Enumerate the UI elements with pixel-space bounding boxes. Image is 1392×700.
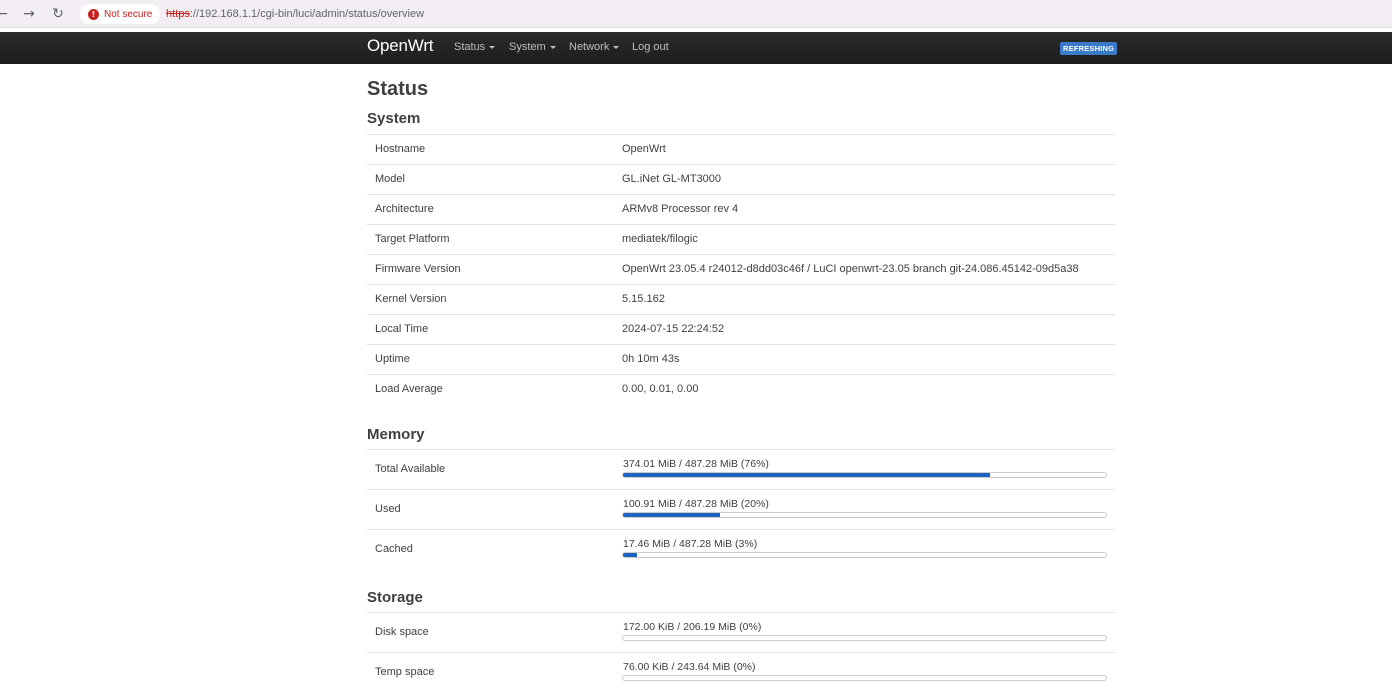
refreshing-badge[interactable]: REFRESHING xyxy=(1060,42,1118,55)
reload-icon[interactable]: ↻ xyxy=(48,4,68,24)
table-row: Total Available 374.01 MiB / 487.28 MiB … xyxy=(367,449,1115,489)
section-title-memory: Memory xyxy=(367,426,425,443)
page-title: Status xyxy=(367,78,429,100)
row-key: Local Time xyxy=(375,323,429,335)
table-row: Firmware Version OpenWrt 23.05.4 r24012-d… xyxy=(367,254,1115,284)
system-table: Hostname OpenWrt Model GL.iNet GL-MT3000 A… xyxy=(367,134,1115,404)
caret-down-icon xyxy=(613,45,620,49)
warning-icon: ! xyxy=(88,8,99,20)
progress-text: 100.91 MiB / 487.28 MiB (20%) xyxy=(623,498,769,510)
menu-logout[interactable]: Log out xyxy=(632,41,669,53)
row-value: 2024-07-15 22:24:52 xyxy=(622,323,725,335)
progress-text: 17.46 MiB / 487.28 MiB (3%) xyxy=(623,538,758,550)
table-row: Kernel Version 5.15.162 xyxy=(367,284,1115,314)
caret-down-icon xyxy=(549,45,556,49)
address-bar[interactable]: ! Not secure https://192.168.1.1/cgi-bin… xyxy=(80,2,1392,26)
row-value: mediatek/filogic xyxy=(622,233,698,245)
row-key: Total Available xyxy=(375,463,446,475)
row-value: ARMv8 Processor rev 4 xyxy=(622,203,739,215)
row-key: Load Average xyxy=(375,383,443,395)
row-value: 0h 10m 43s xyxy=(622,353,680,365)
row-key: Used xyxy=(375,503,401,515)
table-row: Architecture ARMv8 Processor rev 4 xyxy=(367,194,1115,224)
progress-bar xyxy=(622,472,1107,478)
caret-down-icon xyxy=(489,45,496,49)
top-navbar: OpenWrt Status System Network Log out RE… xyxy=(0,32,1392,64)
section-title-system: System xyxy=(367,110,421,127)
forward-icon[interactable]: → xyxy=(19,4,39,24)
url-scheme: https xyxy=(166,8,190,20)
brand-logo[interactable]: OpenWrt xyxy=(367,36,434,56)
table-row: Used 100.91 MiB / 487.28 MiB (20%) xyxy=(367,489,1115,529)
url-text[interactable]: https://192.168.1.1/cgi-bin/luci/admin/s… xyxy=(166,8,424,20)
table-row: Load Average 0.00, 0.01, 0.00 xyxy=(367,374,1115,404)
table-row: Local Time 2024-07-15 22:24:52 xyxy=(367,314,1115,344)
row-key: Firmware Version xyxy=(375,263,461,275)
row-key: Disk space xyxy=(375,626,429,638)
progress-text: 76.00 KiB / 243.64 MiB (0%) xyxy=(623,661,756,673)
row-key: Cached xyxy=(375,543,413,555)
row-key: Target Platform xyxy=(375,233,450,245)
memory-table: Total Available 374.01 MiB / 487.28 MiB … xyxy=(367,449,1115,569)
row-key: Hostname xyxy=(375,143,426,155)
table-row: Temp space 76.00 KiB / 243.64 MiB (0%) xyxy=(367,652,1115,692)
storage-table: Disk space 172.00 KiB / 206.19 MiB (0%) … xyxy=(367,612,1115,692)
menu-network-label: Network xyxy=(569,41,610,53)
progress-fill xyxy=(623,473,991,477)
row-key: Model xyxy=(375,173,405,185)
progress-bar xyxy=(622,552,1107,558)
progress-bar xyxy=(622,675,1107,681)
browser-toolbar: ← → ↻ ! Not secure https://192.168.1.1/c… xyxy=(0,0,1392,28)
row-value: OpenWrt xyxy=(622,143,666,155)
progress-text: 374.01 MiB / 487.28 MiB (76%) xyxy=(623,458,769,470)
row-key: Architecture xyxy=(375,203,434,215)
row-value: GL.iNet GL-MT3000 xyxy=(622,173,722,185)
progress-bar xyxy=(622,635,1107,641)
menu-status-label: Status xyxy=(454,41,486,53)
progress-text: 172.00 KiB / 206.19 MiB (0%) xyxy=(623,621,762,633)
section-title-storage: Storage xyxy=(367,589,423,606)
menu-network[interactable]: Network xyxy=(569,41,620,53)
back-icon[interactable]: ← xyxy=(0,4,12,24)
table-row: Disk space 172.00 KiB / 206.19 MiB (0%) xyxy=(367,612,1115,652)
progress-fill xyxy=(623,513,720,517)
menu-system-label: System xyxy=(509,41,546,53)
row-key: Kernel Version xyxy=(375,293,447,305)
table-row: Cached 17.46 MiB / 487.28 MiB (3%) xyxy=(367,529,1115,569)
row-value: 5.15.162 xyxy=(622,293,665,305)
security-label: Not secure xyxy=(104,8,153,20)
url-path: ://192.168.1.1/cgi-bin/luci/admin/status… xyxy=(189,8,425,20)
table-row: Hostname OpenWrt xyxy=(367,134,1115,164)
menu-system[interactable]: System xyxy=(509,41,556,53)
security-chip[interactable]: ! Not secure xyxy=(80,4,161,24)
progress-bar xyxy=(622,512,1107,518)
table-row: Target Platform mediatek/filogic xyxy=(367,224,1115,254)
table-row: Uptime 0h 10m 43s xyxy=(367,344,1115,374)
progress-fill xyxy=(623,553,638,557)
table-row: Model GL.iNet GL-MT3000 xyxy=(367,164,1115,194)
row-key: Uptime xyxy=(375,353,410,365)
menu-status[interactable]: Status xyxy=(454,41,496,53)
row-value: OpenWrt 23.05.4 r24012-d8dd03c46f / LuCI… xyxy=(622,263,1079,275)
row-value: 0.00, 0.01, 0.00 xyxy=(622,383,699,395)
row-key: Temp space xyxy=(375,666,435,678)
